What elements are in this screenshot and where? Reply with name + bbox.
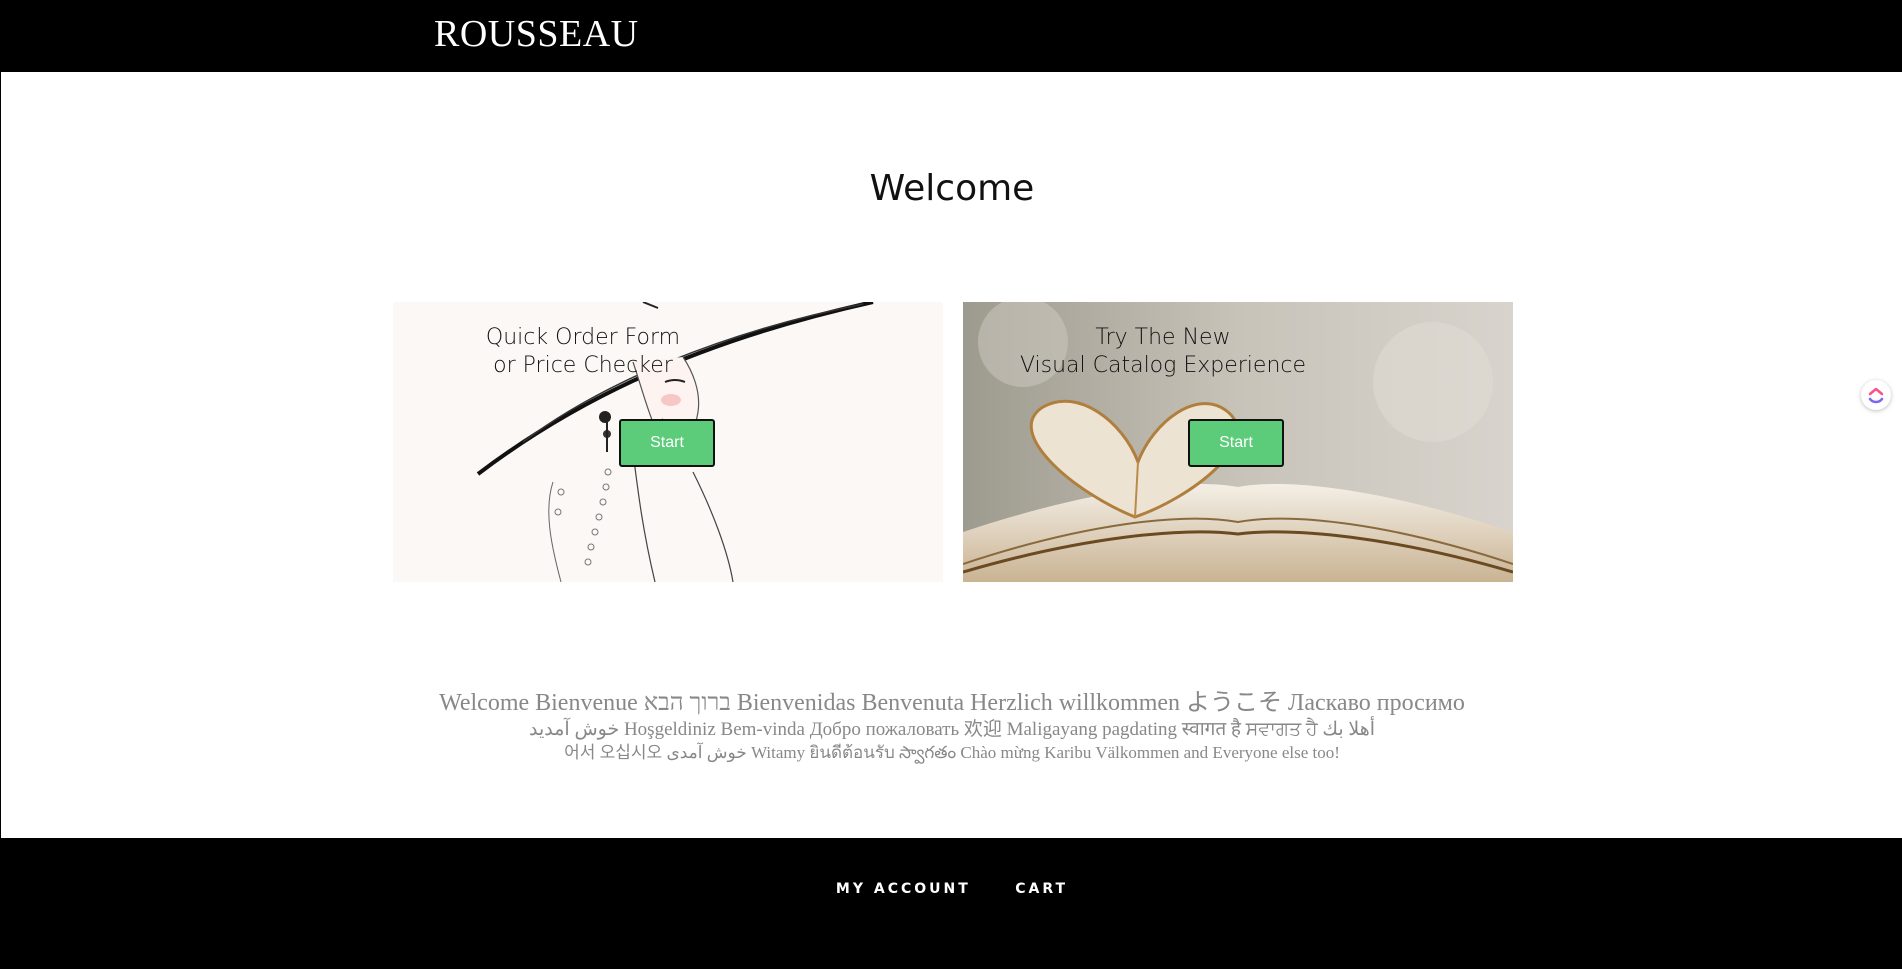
footer-nav: MY ACCOUNT CART: [1, 880, 1902, 898]
page-title: Welcome: [869, 168, 1035, 209]
card-heading: Quick Order Form or Price Checker: [453, 324, 713, 380]
visual-catalog-card: Try The New Visual Catalog Experience St…: [963, 302, 1513, 582]
my-account-link[interactable]: MY ACCOUNT: [836, 881, 971, 897]
multilingual-line: خوش آمدید Hoşgeldiniz Bem-vinda Добро по…: [529, 719, 1375, 740]
visual-catalog-start-button[interactable]: Start: [1188, 419, 1284, 467]
site-footer: MY ACCOUNT CART: [1, 838, 1902, 969]
card-heading-line: or Price Checker: [493, 353, 673, 378]
multilingual-welcome: Welcome Bienvenue ברוך הבא Bienvenidas B…: [1, 688, 1902, 764]
clickup-glyph-icon: [1868, 387, 1884, 404]
brand-logo[interactable]: ROUSSEAU: [434, 12, 639, 56]
site-header: ROUSSEAU: [1, 0, 1902, 72]
card-heading-line: Try The New: [1095, 325, 1231, 350]
clickup-logo-icon[interactable]: [1861, 380, 1891, 410]
card-heading-line: Visual Catalog Experience: [1019, 353, 1307, 378]
quick-order-card: Quick Order Form or Price Checker Start: [393, 302, 943, 582]
multilingual-line: Welcome Bienvenue ברוך הבא Bienvenidas B…: [439, 690, 1465, 716]
quick-order-start-button[interactable]: Start: [619, 419, 715, 467]
card-heading-line: Quick Order Form: [485, 325, 681, 350]
page: ROUSSEAU Welcome Quick Order Form or Pri…: [0, 0, 1902, 969]
multilingual-line: 어서 오십시오 خوش آمدی Witamy ยินดีต้อนรับ స్వ…: [564, 743, 1340, 762]
cart-link[interactable]: CART: [1015, 881, 1068, 897]
card-heading: Try The New Visual Catalog Experience: [983, 324, 1343, 380]
